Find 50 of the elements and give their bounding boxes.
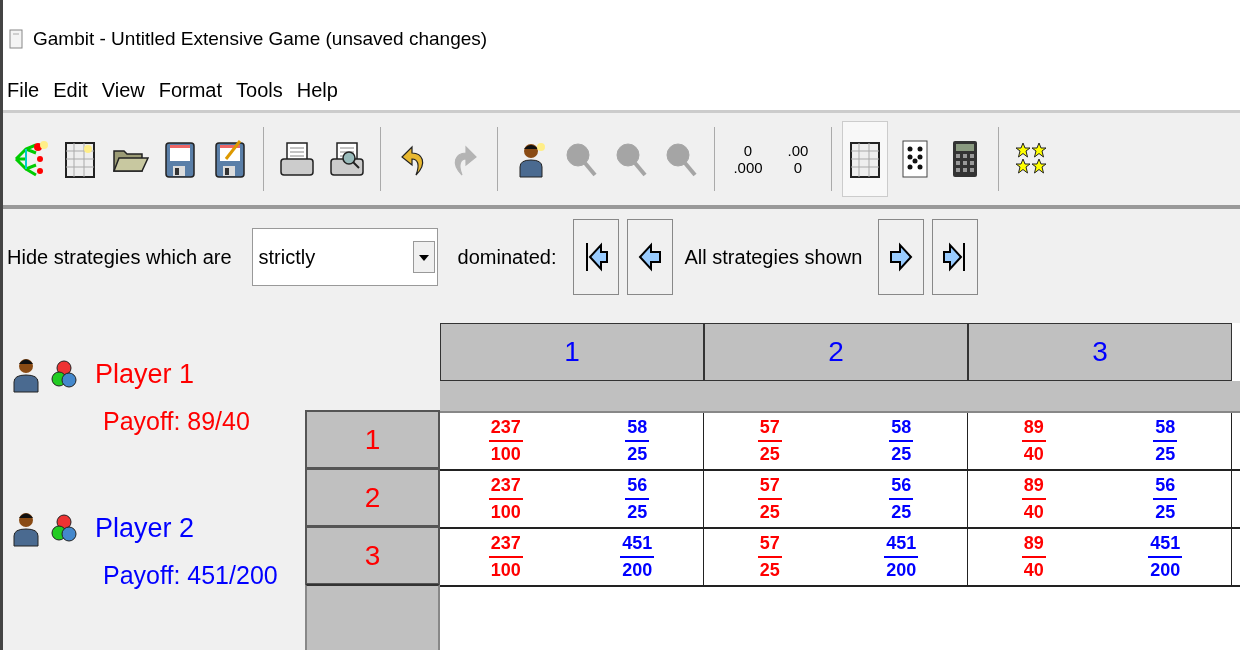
printer-icon [277, 139, 317, 179]
app-icon [9, 28, 23, 50]
payoff-fraction: 89 40 [1021, 531, 1046, 583]
nav-next-button[interactable] [878, 219, 925, 295]
payoff-fraction: 451 200 [1148, 531, 1183, 583]
printer-magnifier-icon [327, 139, 367, 179]
column-header[interactable]: 2 [704, 323, 968, 381]
payoff-text: Payoff: 451/200 [103, 560, 278, 591]
menu-item[interactable]: View [101, 78, 145, 102]
payoff-fraction: 237 100 [488, 415, 523, 467]
payoff-fraction: 58 25 [625, 415, 650, 467]
payoff-fraction: 451 200 [620, 531, 655, 583]
status-text: All strategies shown [684, 245, 863, 269]
menu-item[interactable]: Tools [236, 78, 283, 102]
decimal-label: 0 [743, 142, 753, 159]
payoff-fraction: 56 25 [1153, 473, 1178, 525]
toolbar-decimals-remove-button[interactable]: .00 0 [775, 121, 821, 197]
payoff-fraction: 89 40 [1021, 415, 1046, 467]
payoff-fraction: 58 25 [889, 415, 914, 467]
payoff-fraction: 451 200 [884, 531, 919, 583]
column-header[interactable]: 1 [440, 323, 704, 381]
nav-first-button[interactable] [572, 219, 619, 295]
payoff-fraction: 58 25 [1153, 415, 1178, 467]
nav-prev-button[interactable] [626, 219, 673, 295]
menu-item[interactable]: File [7, 78, 40, 102]
menu-item[interactable]: Edit [53, 78, 88, 102]
player-name[interactable]: Player 2 [95, 512, 195, 544]
payoff-fraction: 89 40 [1021, 473, 1046, 525]
menu-item[interactable]: Format [158, 78, 223, 102]
dominance-dropdown[interactable]: strictly [251, 228, 438, 286]
toolbar-table-view-button[interactable] [842, 121, 888, 197]
payoff-fraction: 56 25 [625, 473, 650, 525]
window-title: Gambit - Untitled Extensive Game (unsaved changes) [33, 28, 488, 50]
decimal-label: .00 [787, 142, 809, 159]
payoff-fraction: 57 25 [757, 531, 782, 583]
decimal-label: .000 [733, 159, 763, 176]
decimal-label: 0 [793, 159, 803, 176]
menu-item[interactable]: Help [296, 78, 338, 102]
payoff-text: Payoff: 89/40 [103, 406, 250, 437]
player-name[interactable]: Player 1 [95, 358, 195, 390]
payoff-fraction: 56 25 [889, 473, 914, 525]
payoff-fraction: 57 25 [757, 415, 782, 467]
filter-label: Hide strategies which are [7, 245, 232, 269]
column-header[interactable]: 3 [968, 323, 1232, 381]
payoff-fraction: 237 100 [488, 531, 523, 583]
toolbar-decimals-add-button[interactable]: 0 .000 [725, 121, 771, 197]
filter-label: dominated: [457, 245, 557, 269]
payoff-fraction: 237 100 [488, 473, 523, 525]
payoff-fraction: 57 25 [757, 473, 782, 525]
nav-last-button[interactable] [932, 219, 979, 295]
